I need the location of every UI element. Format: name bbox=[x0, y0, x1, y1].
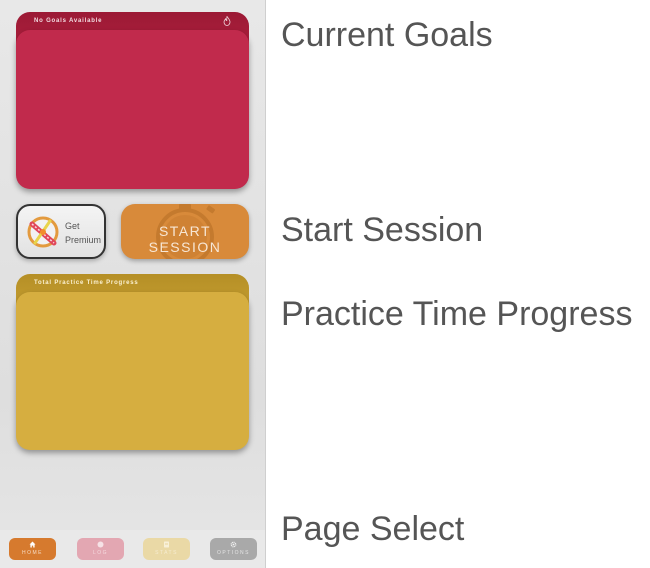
nav-log-label: LOG bbox=[92, 550, 109, 556]
log-icon bbox=[97, 541, 104, 548]
nav-home-button[interactable]: HOME bbox=[9, 538, 56, 560]
stats-icon bbox=[164, 541, 169, 548]
app-screen: No Goals Available Get Premium START SES… bbox=[0, 0, 266, 568]
nav-stats-button[interactable]: STATS bbox=[143, 538, 190, 560]
annotation-start-session: Start Session bbox=[281, 211, 484, 249]
gear-icon bbox=[230, 541, 237, 548]
annotation-practice-time-progress: Practice Time Progress bbox=[281, 295, 633, 333]
start-session-label: START SESSION bbox=[148, 223, 222, 255]
annotation-current-goals: Current Goals bbox=[281, 16, 493, 54]
current-goals-card[interactable]: No Goals Available bbox=[16, 12, 249, 189]
nav-home-label: HOME bbox=[22, 550, 43, 556]
practice-card-title: Total Practice Time Progress bbox=[34, 280, 139, 286]
goals-card-body bbox=[16, 30, 249, 189]
nav-log-button[interactable]: LOG bbox=[77, 538, 124, 560]
premium-label-line2: Premium bbox=[65, 235, 102, 245]
flame-icon bbox=[223, 16, 231, 26]
nav-options-label: OPTIONS bbox=[216, 550, 250, 556]
rewards-badge-icon bbox=[27, 216, 59, 248]
start-session-button[interactable]: START SESSION bbox=[121, 204, 249, 259]
get-premium-button[interactable]: Get Premium bbox=[16, 204, 106, 259]
goals-card-title: No Goals Available bbox=[34, 18, 103, 24]
page-select-nav: HOME LOG STATS OPTIONS bbox=[0, 530, 265, 568]
annotation-page-select: Page Select bbox=[281, 510, 465, 548]
practice-card-body bbox=[16, 292, 249, 450]
nav-options-button[interactable]: OPTIONS bbox=[210, 538, 257, 560]
home-icon bbox=[29, 541, 36, 548]
premium-label-line1: Get bbox=[65, 221, 80, 231]
nav-stats-label: STATS bbox=[155, 550, 178, 556]
practice-time-progress-card[interactable]: Total Practice Time Progress bbox=[16, 274, 249, 450]
